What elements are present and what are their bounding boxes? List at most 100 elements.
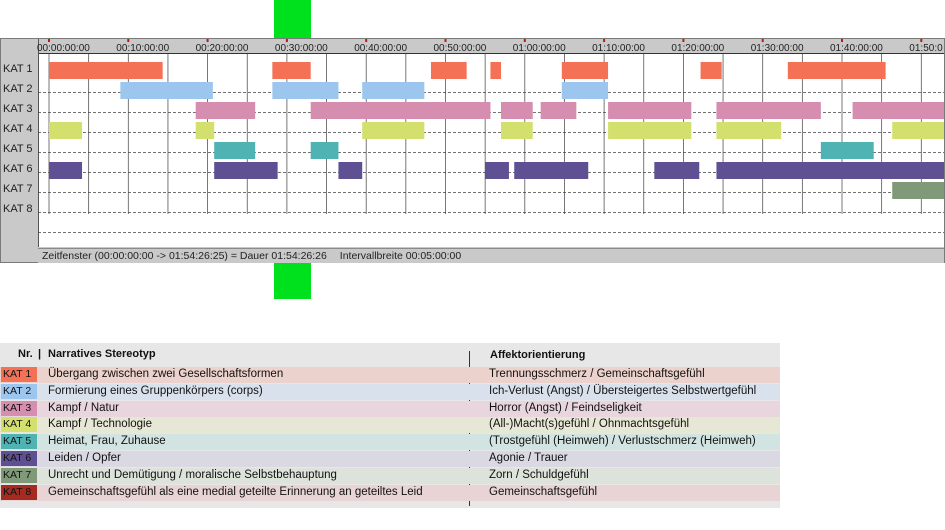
tick-label: 01:00:00:00: [513, 43, 566, 54]
stereotype-text: Übergang zwischen zwei Gesellschaftsform…: [48, 368, 284, 380]
category-badge: KAT 6: [1, 451, 37, 466]
stereotype-text: Kampf / Natur: [48, 401, 119, 414]
category-badge: KAT 5: [1, 434, 37, 450]
category-label: KAT 7: [3, 183, 33, 195]
segment-bar[interactable]: [716, 122, 782, 139]
tick-marker: [761, 39, 764, 42]
tick-marker: [127, 39, 130, 42]
legend-row: KAT 3 Kampf / Natur Horror (Angst) / Feind…: [0, 400, 780, 417]
segment-bar[interactable]: [49, 122, 83, 139]
tick-label: 00:10:00:00: [116, 43, 169, 54]
segment-bar[interactable]: [120, 82, 213, 99]
affekt-text: Ich-Verlust (Angst) / Übersteigertes Sel…: [489, 384, 757, 397]
affekt-text: Trennungsschmerz / Gemeinschaftsgefühl: [489, 368, 705, 380]
interval-width-text: Intervallbreite 00:05:00:00: [339, 250, 462, 262]
tick-marker: [444, 39, 447, 42]
segment-bar[interactable]: [430, 62, 467, 79]
legend-row: KAT 5 Heimat, Frau, Zuhause (Trostgefühl (…: [0, 434, 780, 451]
tick-marker: [523, 39, 526, 42]
legend-header-separator: |: [38, 348, 42, 360]
time-window-text: Zeitfenster (00:00:00:00 -> 01:54:26:25)…: [42, 250, 327, 262]
segment-bar[interactable]: [561, 82, 609, 99]
legend-header-nr: Nr.: [18, 348, 33, 360]
segment-bar[interactable]: [49, 62, 163, 79]
tick-label: 00:00:00:00: [37, 43, 90, 54]
segment-bar[interactable]: [716, 162, 944, 179]
stereotype-text: Formierung eines Gruppenkörpers (corps): [48, 384, 263, 397]
legend-table: Nr. | Narratives Stereotyp Affektorienti…: [0, 343, 780, 508]
category-label: KAT 4: [3, 123, 33, 135]
segment-bar[interactable]: [485, 162, 509, 179]
tick-marker: [603, 39, 606, 42]
affekt-text: Agonie / Trauer: [489, 452, 568, 464]
tick-marker: [285, 39, 288, 42]
category-badge: KAT 1: [1, 367, 37, 382]
segment-bar[interactable]: [272, 82, 339, 99]
tick-marker: [206, 39, 209, 42]
segment-bar[interactable]: [338, 162, 363, 179]
segment-bar[interactable]: [716, 102, 821, 119]
legend-row: KAT 6 Leiden / Opfer Agonie / Trauer: [0, 451, 780, 467]
tick-marker: [682, 39, 685, 42]
segment-bar[interactable]: [195, 122, 215, 139]
segment-bar[interactable]: [540, 102, 577, 119]
segment-bar[interactable]: [501, 122, 533, 139]
segment-bar[interactable]: [310, 102, 491, 119]
tick-label: 00:30:00:00: [275, 43, 328, 54]
segment-bar[interactable]: [852, 102, 944, 119]
affekt-text: (Trostgefühl (Heimweh) / Verlustschmerz …: [489, 435, 756, 448]
segment-bar[interactable]: [787, 62, 886, 79]
timeline-panel: 00:00:00:00 00:10:00:00 00:20:00:00 00:30:0…: [0, 38, 945, 263]
tick-label: 01:10:00:00: [592, 43, 645, 54]
segment-bar[interactable]: [214, 142, 256, 159]
legend-row: KAT 4 Kampf / Technologie (All-)Macht(s)ge…: [0, 417, 780, 434]
tick-marker: [48, 39, 50, 42]
segment-bar[interactable]: [700, 62, 722, 79]
segment-bar[interactable]: [561, 62, 609, 79]
category-label: KAT 3: [3, 103, 33, 115]
playhead-marker-bottom[interactable]: [274, 263, 311, 299]
stereotype-text: Leiden / Opfer: [48, 452, 121, 464]
category-label: KAT 6: [3, 163, 33, 175]
legend-row: KAT 2 Formierung eines Gruppenkörpers (co…: [0, 383, 780, 400]
legend-row: KAT 7 Unrecht und Demütigung / moralische…: [0, 467, 780, 484]
segment-bar[interactable]: [214, 162, 278, 179]
segment-bar[interactable]: [892, 122, 944, 139]
segment-bar[interactable]: [490, 62, 502, 79]
tick-label: 01:20:00:00: [671, 43, 724, 54]
tick-marker: [841, 39, 843, 42]
segment-bar[interactable]: [608, 102, 692, 119]
segment-bar[interactable]: [501, 102, 533, 119]
affekt-text: Horror (Angst) / Feindseligkeit: [489, 401, 642, 414]
time-ruler: [38, 39, 944, 54]
segment-bar[interactable]: [195, 102, 256, 119]
category-label: KAT 1: [3, 63, 33, 75]
segment-bar[interactable]: [310, 142, 339, 159]
tick-marker: [920, 39, 923, 42]
category-badge: KAT 8: [1, 484, 37, 500]
legend-header-stereotype: Narratives Stereotyp: [48, 348, 156, 360]
segment-bar[interactable]: [272, 62, 311, 79]
segment-bar[interactable]: [892, 182, 944, 199]
affekt-text: (All-)Macht(s)gefühl / Ohnmachtsgefühl: [489, 418, 690, 431]
segment-bar[interactable]: [514, 162, 589, 179]
segment-bar[interactable]: [49, 162, 83, 179]
tick-label: 01:40:00:00: [830, 43, 883, 54]
stereotype-text: Kampf / Technologie: [48, 418, 152, 431]
stereotype-text: Gemeinschaftsgefühl als eine medial gete…: [48, 485, 423, 498]
stereotype-text: Unrecht und Demütigung / moralische Selb…: [48, 468, 337, 481]
playhead-marker-top[interactable]: [274, 0, 311, 38]
category-badge: KAT 7: [1, 467, 37, 483]
legend-header-affekt: Affektorientierung: [490, 349, 586, 361]
segment-bar[interactable]: [362, 122, 425, 139]
timeline-chart: 00:00:00:00 00:10:00:00 00:20:00:00 00:30:0…: [37, 39, 944, 247]
segment-bar[interactable]: [654, 162, 700, 179]
category-label: KAT 2: [3, 83, 33, 95]
segment-bar[interactable]: [608, 122, 692, 139]
segment-bar[interactable]: [362, 82, 425, 99]
legend-row: KAT 8 Gemeinschaftsgefühl als eine medial…: [0, 484, 780, 501]
tick-marker: [365, 39, 368, 42]
segment-bar[interactable]: [820, 142, 874, 159]
category-label: KAT 5: [3, 143, 33, 155]
legend-header: Nr. | Narratives Stereotyp Affektorienti…: [0, 343, 780, 367]
